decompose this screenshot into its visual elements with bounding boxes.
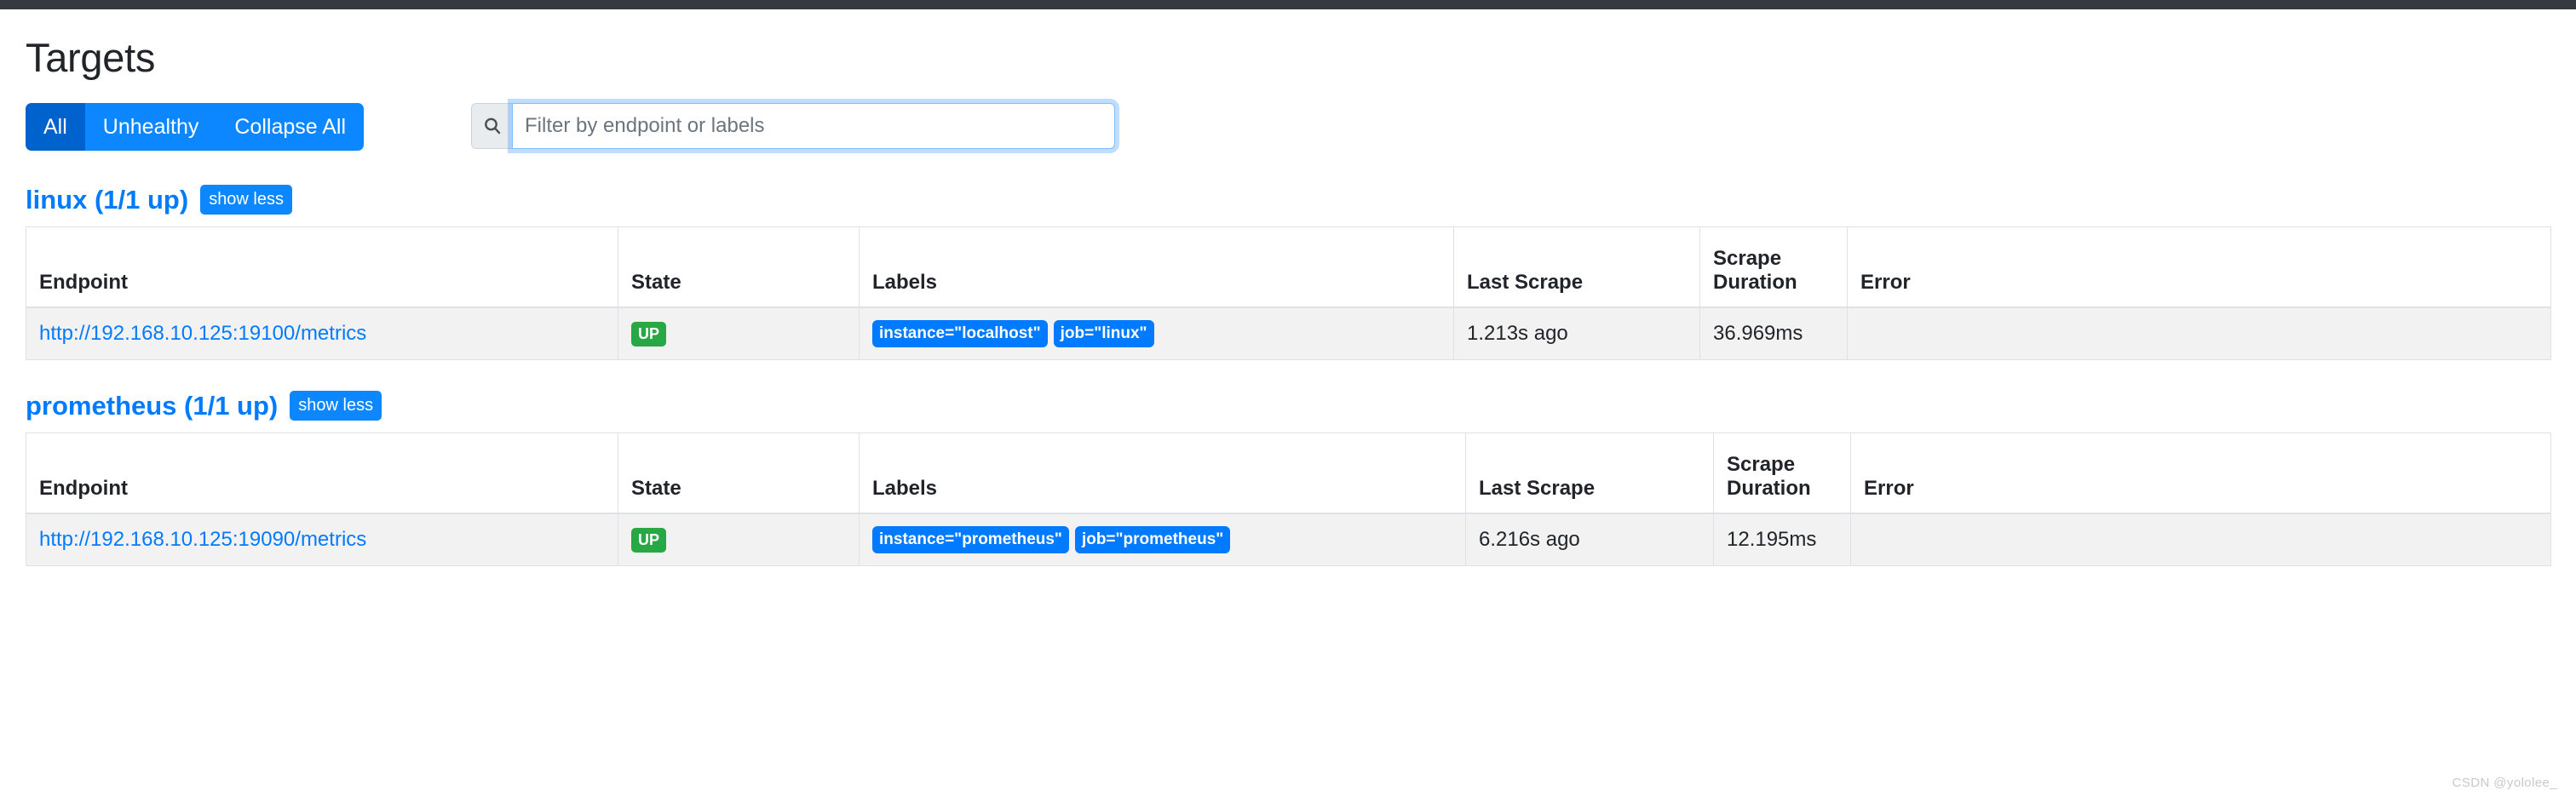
job-section-linux: linux (1/1 up) show less Endpoint State …	[26, 185, 2551, 360]
table-header-row: Endpoint State Labels Last Scrape Scrape…	[26, 226, 2551, 308]
show-less-button-prometheus[interactable]: show less	[290, 391, 382, 421]
label-badge[interactable]: job="linux"	[1053, 319, 1154, 347]
column-header-last-scrape: Last Scrape	[1465, 433, 1714, 514]
cell-last-scrape: 1.213s ago	[1453, 306, 1700, 360]
table-header-row: Endpoint State Labels Last Scrape Scrape…	[26, 433, 2551, 514]
cell-error	[1850, 513, 2551, 566]
status-badge: UP	[631, 321, 667, 347]
job-header-prometheus: prometheus (1/1 up) show less	[26, 391, 2550, 421]
column-header-scrape-duration: Scrape Duration	[1699, 226, 1848, 308]
filter-input-group	[471, 103, 1116, 149]
cell-scrape-duration: 36.969ms	[1699, 306, 1848, 360]
table-row: http://192.168.10.125:19100/metrics UP i…	[26, 306, 2551, 360]
controls-row: All Unhealthy Collapse All	[26, 103, 2550, 154]
cell-state: UP	[618, 513, 860, 566]
endpoint-link[interactable]: http://192.168.10.125:19100/metrics	[39, 322, 366, 345]
column-header-state: State	[618, 433, 860, 514]
watermark: CSDN @yololee_	[2452, 776, 2557, 790]
collapse-all-button[interactable]: Collapse All	[216, 103, 365, 151]
column-header-last-scrape: Last Scrape	[1453, 226, 1700, 308]
filter-all-button[interactable]: All	[26, 103, 85, 151]
cell-endpoint: http://192.168.10.125:19100/metrics	[26, 306, 618, 360]
search-input[interactable]	[512, 103, 1116, 149]
cell-labels: instance="prometheus" job="prometheus"	[859, 513, 1466, 566]
top-navbar	[0, 0, 2576, 9]
column-header-error: Error	[1850, 433, 2551, 514]
cell-state: UP	[618, 306, 860, 360]
label-badge[interactable]: instance="localhost"	[872, 319, 1048, 347]
cell-error	[1847, 306, 2551, 360]
cell-last-scrape: 6.216s ago	[1465, 513, 1714, 566]
endpoint-link[interactable]: http://192.168.10.125:19090/metrics	[39, 528, 366, 551]
column-header-endpoint: Endpoint	[26, 433, 618, 514]
status-badge: UP	[631, 527, 667, 553]
cell-scrape-duration: 12.195ms	[1713, 513, 1851, 566]
job-title-prometheus[interactable]: prometheus (1/1 up)	[26, 392, 278, 419]
filter-unhealthy-button[interactable]: Unhealthy	[84, 103, 217, 151]
column-header-endpoint: Endpoint	[26, 226, 618, 308]
label-badge[interactable]: instance="prometheus"	[872, 525, 1069, 553]
column-header-state: State	[618, 226, 860, 308]
filter-button-group: All Unhealthy Collapse All	[26, 103, 365, 151]
search-icon	[471, 103, 513, 149]
show-less-button-linux[interactable]: show less	[200, 185, 292, 215]
column-header-scrape-duration: Scrape Duration	[1713, 433, 1851, 514]
cell-endpoint: http://192.168.10.125:19090/metrics	[26, 513, 618, 566]
table-row: http://192.168.10.125:19090/metrics UP i…	[26, 513, 2551, 566]
label-badge[interactable]: job="prometheus"	[1074, 525, 1231, 553]
page-title: Targets	[26, 35, 156, 80]
targets-table-prometheus: Endpoint State Labels Last Scrape Scrape…	[26, 433, 2551, 566]
cell-labels: instance="localhost" job="linux"	[859, 306, 1454, 360]
job-section-prometheus: prometheus (1/1 up) show less Endpoint S…	[26, 391, 2551, 566]
job-title-linux[interactable]: linux (1/1 up)	[26, 186, 188, 213]
column-header-labels: Labels	[859, 226, 1454, 308]
column-header-error: Error	[1847, 226, 2551, 308]
targets-table-linux: Endpoint State Labels Last Scrape Scrape…	[26, 226, 2551, 360]
page-container: Targets All Unhealthy Collapse All linux…	[0, 37, 2576, 566]
job-header-linux: linux (1/1 up) show less	[26, 185, 2550, 215]
column-header-labels: Labels	[859, 433, 1466, 514]
